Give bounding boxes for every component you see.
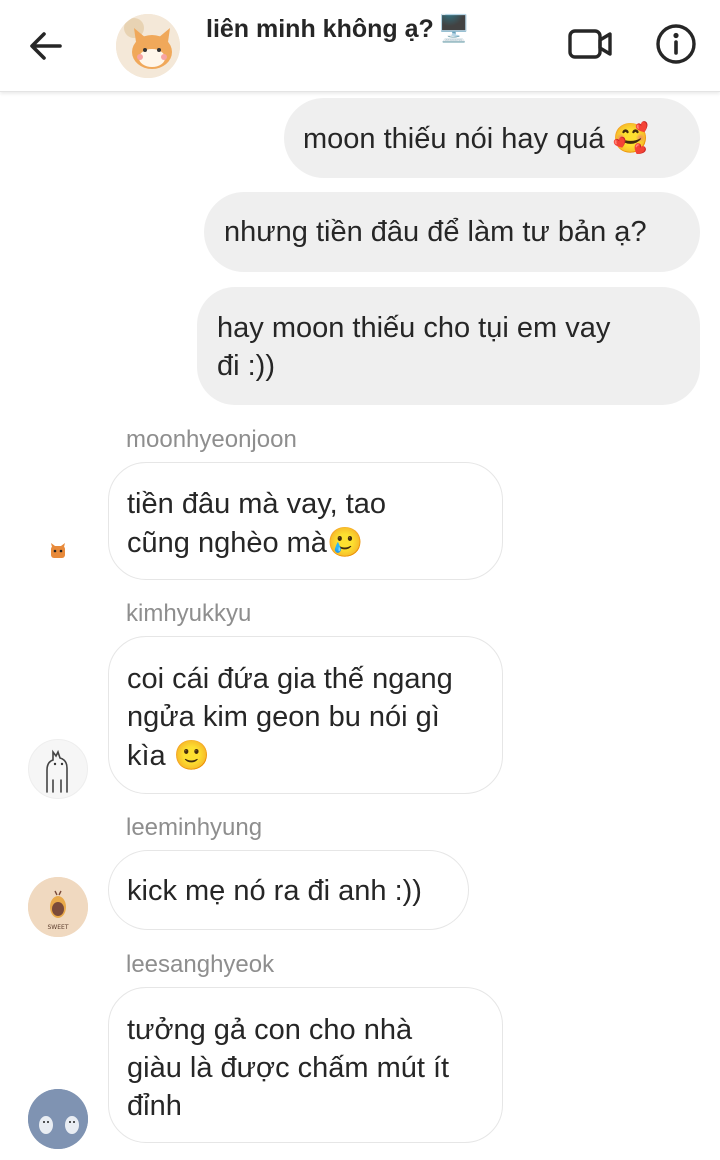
desktop-computer-icon: 🖥️ bbox=[437, 14, 471, 44]
chat-header: liên minh không ạ? 🖥️ bbox=[0, 0, 720, 92]
outgoing-message[interactable]: nhưng tiền đâu để làm tư bản ạ? bbox=[204, 192, 700, 272]
message-line: đi :)) bbox=[217, 350, 275, 382]
message-line: giàu là được chấm mút ít bbox=[127, 1052, 450, 1084]
incoming-message[interactable]: coi cái đứa gia thế ngang ngửa kim geon … bbox=[108, 636, 503, 794]
slightly-smiling-face-icon: 🙂 bbox=[173, 738, 210, 772]
chat-title: liên minh không ạ? 🖥️ bbox=[206, 14, 470, 44]
message-line: cũng nghèo mà bbox=[127, 527, 327, 559]
smiling-face-with-hearts-icon: 🥰 bbox=[612, 121, 649, 155]
avatar[interactable] bbox=[28, 522, 88, 582]
info-icon bbox=[656, 24, 696, 64]
message-line: tưởng gả con cho nhà bbox=[127, 1014, 413, 1046]
video-call-button[interactable] bbox=[566, 24, 616, 64]
video-camera-icon bbox=[568, 29, 612, 59]
incoming-message[interactable]: tưởng gả con cho nhà giàu là được chấm m… bbox=[108, 987, 503, 1143]
back-button[interactable] bbox=[24, 26, 68, 66]
arrow-left-icon bbox=[30, 32, 62, 60]
message-line: ngửa kim geon bu nói gì bbox=[127, 701, 440, 733]
sender-name: leesanghyeok bbox=[126, 951, 275, 978]
message-line: tiền đâu mà vay, tao bbox=[127, 488, 387, 520]
smiling-face-with-tear-icon: 🥲 bbox=[326, 525, 364, 559]
avatar[interactable]: SWEET bbox=[28, 877, 88, 937]
avatar[interactable] bbox=[28, 739, 88, 799]
info-button[interactable] bbox=[654, 22, 698, 66]
message-line: kìa bbox=[127, 740, 166, 772]
message-text: nhưng tiền đâu để làm tư bản ạ? bbox=[224, 216, 647, 248]
sender-name: kimhyukkyu bbox=[126, 600, 252, 627]
avatar[interactable] bbox=[28, 1089, 88, 1149]
message-text: moon thiếu nói hay quá bbox=[303, 123, 605, 155]
incoming-message[interactable]: tiền đâu mà vay, tao cũng nghèo mà🥲 bbox=[108, 462, 503, 580]
sender-name: leeminhyung bbox=[126, 814, 263, 841]
message-line: đỉnh bbox=[127, 1090, 182, 1122]
incoming-message[interactable]: kick mẹ nó ra đi anh :)) bbox=[108, 850, 469, 930]
sender-name: moonhyeonjoon bbox=[126, 426, 297, 453]
svg-text:SWEET: SWEET bbox=[48, 924, 69, 931]
outgoing-message[interactable]: moon thiếu nói hay quá 🥰 bbox=[284, 98, 700, 178]
chat-title-text: liên minh không ạ? bbox=[206, 15, 434, 43]
message-line: coi cái đứa gia thế ngang bbox=[127, 663, 453, 695]
message-line: kick mẹ nó ra đi anh :)) bbox=[127, 875, 422, 907]
outgoing-message[interactable]: hay moon thiếu cho tụi em vay đi :)) bbox=[197, 287, 700, 405]
message-line: hay moon thiếu cho tụi em vay bbox=[217, 312, 611, 344]
group-avatar[interactable] bbox=[116, 14, 180, 78]
